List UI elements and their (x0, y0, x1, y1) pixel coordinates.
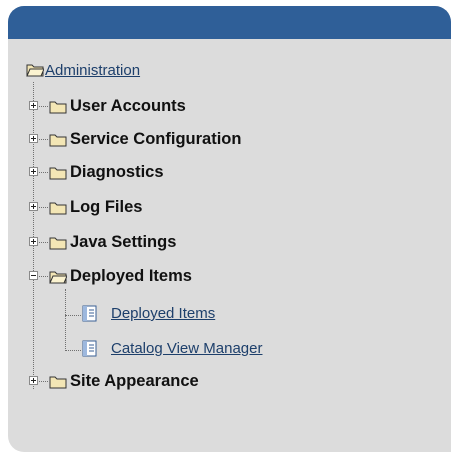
document-icon (82, 340, 97, 357)
expand-icon[interactable] (29, 101, 38, 110)
tree-child-label[interactable]: Deployed Items (111, 303, 215, 325)
tree-child-deployed-items[interactable]: Deployed Items (8, 301, 308, 323)
expand-icon[interactable] (29, 202, 38, 211)
tree-item-label[interactable]: Diagnostics (70, 161, 164, 183)
tree-item-label[interactable]: Service Configuration (70, 128, 241, 150)
expand-icon[interactable] (29, 376, 38, 385)
tree-item-diagnostics[interactable]: Diagnostics (8, 161, 308, 183)
folder-icon (49, 101, 67, 114)
collapse-icon[interactable] (29, 271, 38, 280)
tree-item-deployed-items[interactable]: Deployed Items (8, 265, 308, 287)
folder-open-icon (49, 271, 67, 284)
tree-item-label[interactable]: Java Settings (70, 231, 176, 253)
tree-item-label[interactable]: User Accounts (70, 95, 186, 117)
tree-child-label[interactable]: Catalog View Manager (111, 338, 262, 360)
tree-item-label[interactable]: Site Appearance (70, 370, 199, 392)
panel-header (8, 6, 451, 39)
admin-tree: Administration User Accounts Service Con… (8, 39, 451, 452)
tree-item-log-files[interactable]: Log Files (8, 196, 308, 218)
expand-icon[interactable] (29, 134, 38, 143)
tree-root[interactable]: Administration (8, 60, 308, 82)
tree-root-label[interactable]: Administration (45, 60, 140, 82)
admin-panel: Administration User Accounts Service Con… (8, 6, 451, 452)
tree-item-service-configuration[interactable]: Service Configuration (8, 128, 338, 150)
expand-icon[interactable] (29, 237, 38, 246)
tree-child-catalog-view-manager[interactable]: Catalog View Manager (8, 336, 338, 358)
expand-icon[interactable] (29, 167, 38, 176)
tree-item-label[interactable]: Deployed Items (70, 265, 192, 287)
folder-open-icon (26, 64, 44, 77)
folder-icon (49, 376, 67, 389)
folder-icon (49, 167, 67, 180)
folder-icon (49, 237, 67, 250)
tree-item-site-appearance[interactable]: Site Appearance (8, 370, 308, 392)
tree-item-java-settings[interactable]: Java Settings (8, 231, 308, 253)
tree-item-user-accounts[interactable]: User Accounts (8, 95, 308, 117)
folder-icon (49, 202, 67, 215)
tree-item-label[interactable]: Log Files (70, 196, 142, 218)
folder-icon (49, 134, 67, 147)
document-icon (82, 305, 97, 322)
